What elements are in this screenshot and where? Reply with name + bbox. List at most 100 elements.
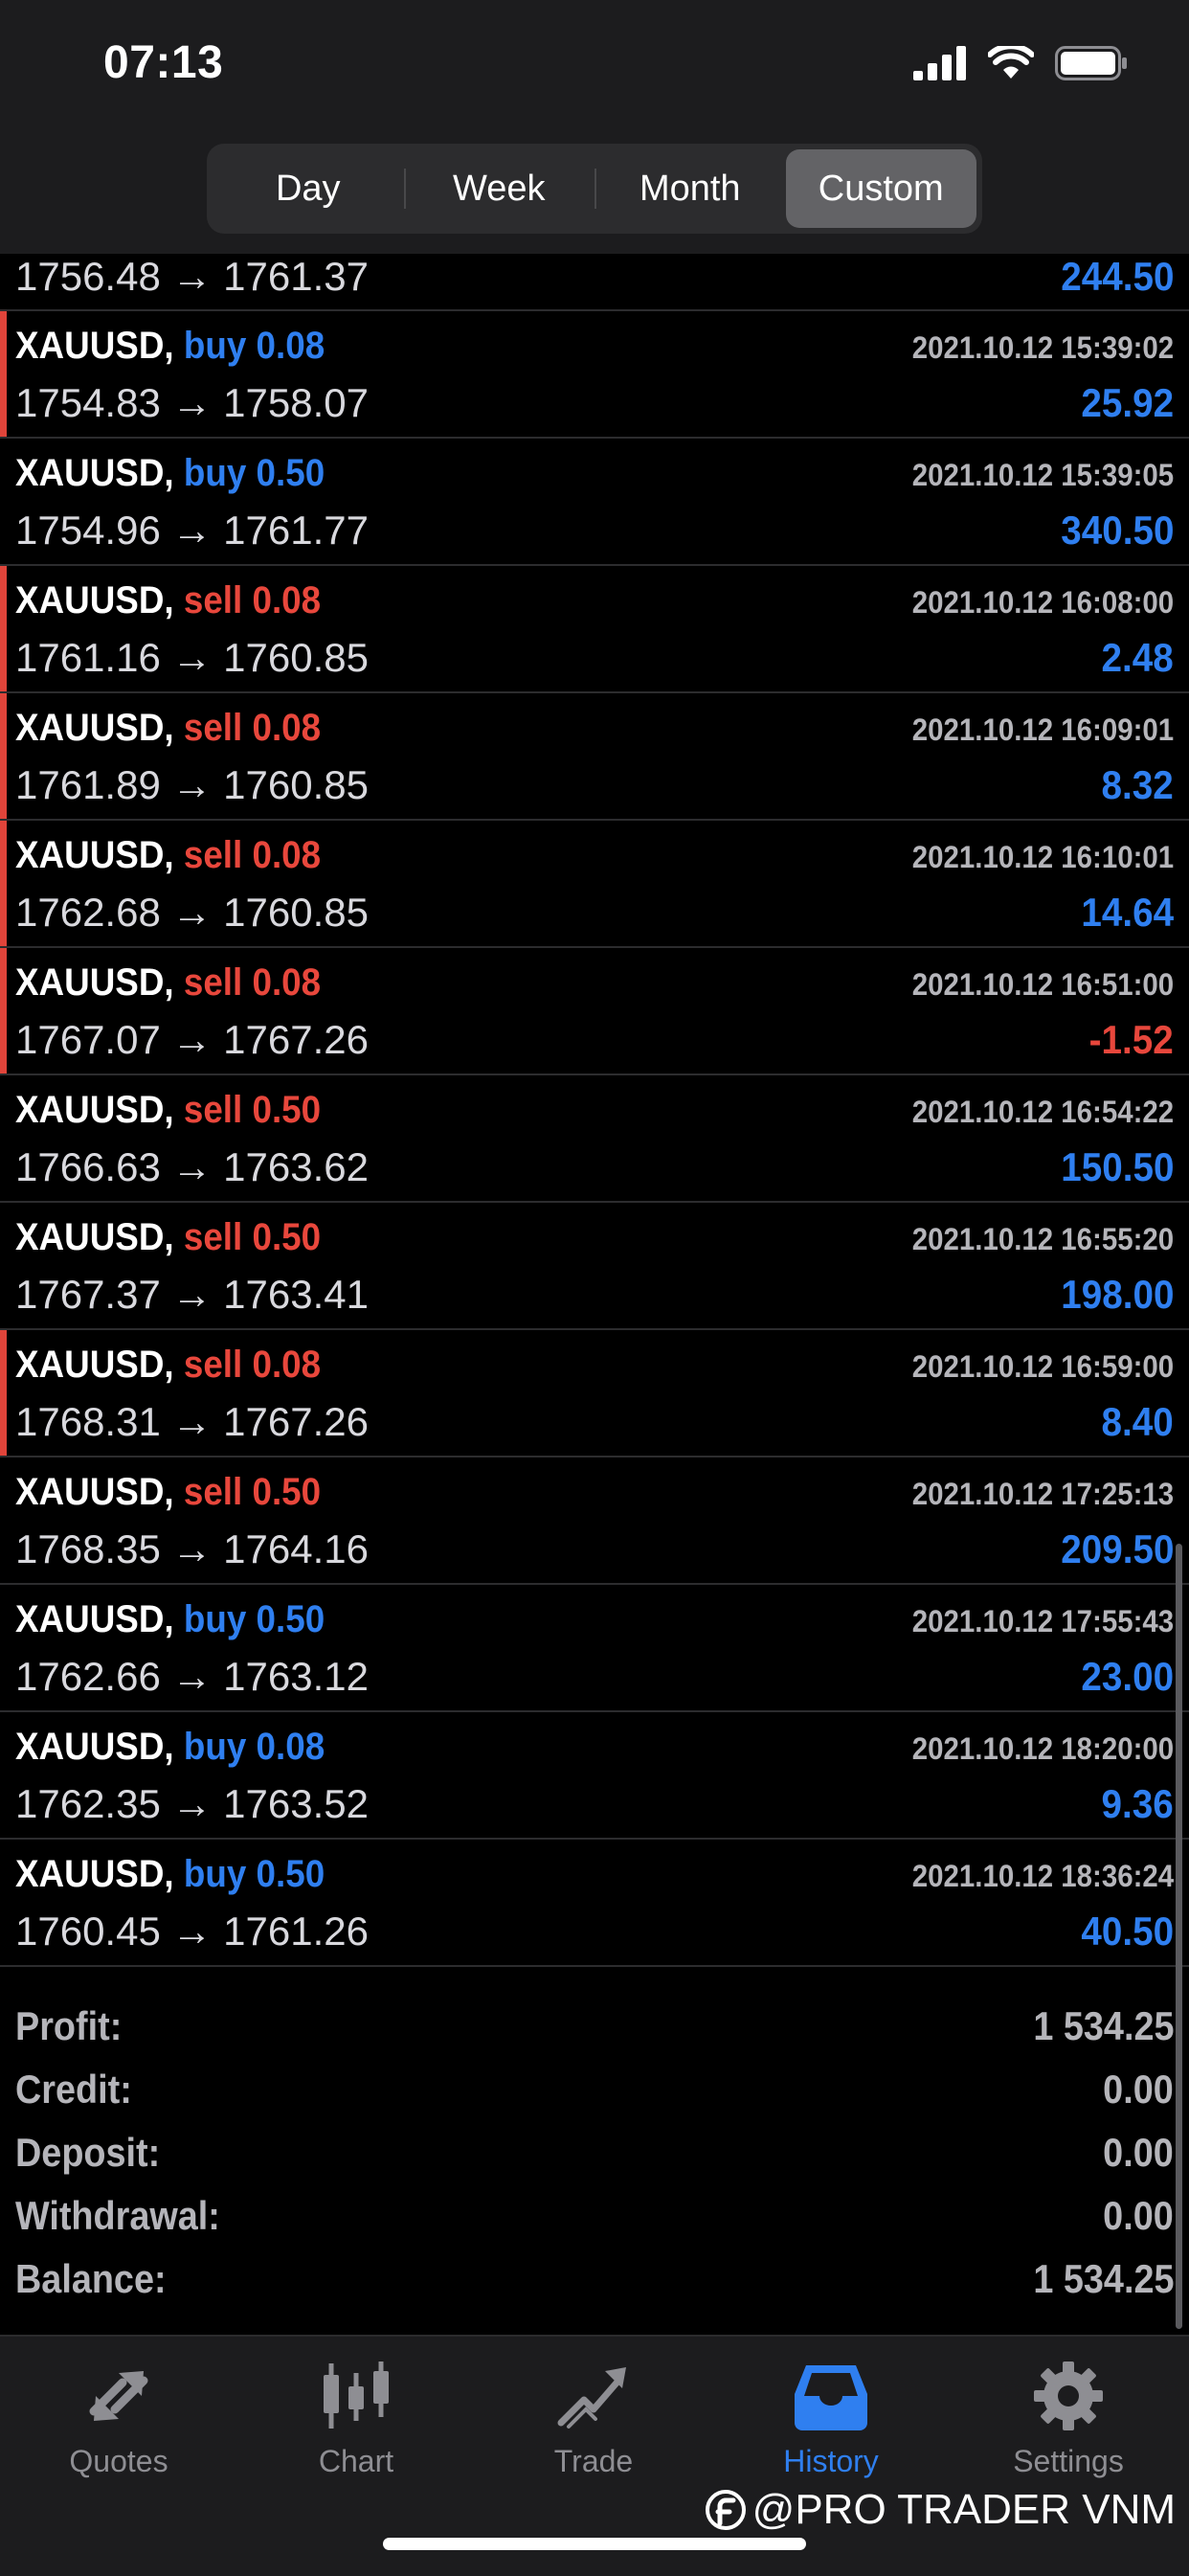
cellular-signal-icon bbox=[913, 46, 966, 80]
deal-profit: 9.36 bbox=[1101, 1781, 1174, 1826]
deal-volume: 0.08 bbox=[256, 1726, 325, 1768]
deal-profit: -1.52 bbox=[1088, 1017, 1174, 1062]
list-item[interactable]: XAUUSD, buy 0.50 2021.10.12 17:55:43 1762.… bbox=[0, 1585, 1189, 1712]
deal-profit: 8.32 bbox=[1101, 762, 1174, 807]
list-item-partial[interactable]: 1756.48 → 1761.37 244.50 bbox=[0, 254, 1189, 311]
tab-trade[interactable]: Trade bbox=[498, 2354, 689, 2479]
list-item[interactable]: XAUUSD, buy 0.08 2021.10.12 18:20:00 1762.… bbox=[0, 1712, 1189, 1840]
deal-symbol: XAUUSD, buy 0.50 bbox=[15, 1598, 325, 1641]
tab-month[interactable]: Month bbox=[594, 149, 786, 228]
deal-time: 2021.10.12 16:08:00 bbox=[911, 585, 1174, 620]
status-time: 07:13 bbox=[103, 37, 224, 88]
deal-time: 2021.10.12 16:54:22 bbox=[911, 1095, 1174, 1129]
list-item[interactable]: XAUUSD, sell 0.08 2021.10.12 16:09:01 1761… bbox=[0, 693, 1189, 821]
tab-custom[interactable]: Custom bbox=[785, 149, 976, 228]
deal-profit: 23.00 bbox=[1081, 1654, 1174, 1699]
list-item[interactable]: XAUUSD, sell 0.50 2021.10.12 17:25:13 1768… bbox=[0, 1457, 1189, 1585]
summary-label: Profit: bbox=[15, 2003, 123, 2048]
deal-symbol-text: XAUUSD, bbox=[15, 707, 174, 749]
deal-symbol-text: XAUUSD, bbox=[15, 1344, 174, 1386]
deal-symbol-text: XAUUSD, bbox=[15, 1853, 174, 1895]
deal-time: 2021.10.12 16:51:00 bbox=[911, 967, 1174, 1002]
deal-symbol-text: XAUUSD, bbox=[15, 1216, 174, 1258]
tab-label: Settings bbox=[1013, 2444, 1124, 2478]
list-item[interactable]: XAUUSD, buy 0.50 2021.10.12 18:36:24 1760.… bbox=[0, 1840, 1189, 1967]
history-icon bbox=[795, 2365, 867, 2430]
deal-volume: 0.08 bbox=[252, 834, 322, 876]
deal-side: buy bbox=[183, 1598, 247, 1640]
summary-label: Balance: bbox=[15, 2256, 167, 2301]
deal-symbol: XAUUSD, sell 0.08 bbox=[15, 961, 321, 1005]
deal-time: 2021.10.12 16:10:01 bbox=[911, 840, 1174, 874]
tab-day[interactable]: Day bbox=[213, 149, 404, 228]
deal-volume: 0.50 bbox=[256, 1598, 325, 1640]
deal-side: sell bbox=[183, 834, 243, 876]
deal-time: 2021.10.12 17:55:43 bbox=[911, 1604, 1174, 1638]
status-icons bbox=[913, 44, 1128, 82]
list-item[interactable]: XAUUSD, sell 0.50 2021.10.12 16:54:22 1766… bbox=[0, 1075, 1189, 1203]
deal-side: sell bbox=[183, 1344, 243, 1386]
deal-side: sell bbox=[183, 1216, 243, 1258]
list-item[interactable]: XAUUSD, buy 0.50 2021.10.12 15:39:05 1754.… bbox=[0, 439, 1189, 566]
deal-profit: 209.50 bbox=[1060, 1526, 1174, 1571]
deal-volume: 0.08 bbox=[252, 961, 322, 1004]
deal-list[interactable]: 1756.48 → 1761.37 244.50 XAUUSD, buy 0.0… bbox=[0, 254, 1189, 1967]
deal-side: sell bbox=[183, 707, 243, 749]
list-item[interactable]: XAUUSD, sell 0.08 2021.10.12 16:51:00 1767… bbox=[0, 948, 1189, 1075]
tab-week[interactable]: Week bbox=[403, 149, 595, 228]
list-item[interactable]: XAUUSD, sell 0.08 2021.10.12 16:08:00 1761… bbox=[0, 566, 1189, 693]
scrollbar[interactable] bbox=[1176, 1544, 1182, 2329]
deal-volume: 0.08 bbox=[252, 1344, 322, 1386]
deal-symbol-text: XAUUSD, bbox=[15, 834, 174, 876]
deal-prices: 1754.83 → 1758.07 bbox=[15, 380, 369, 425]
deal-symbol: XAUUSD, sell 0.08 bbox=[15, 579, 321, 622]
wifi-icon bbox=[988, 46, 1034, 79]
deal-time: 2021.10.12 18:20:00 bbox=[911, 1731, 1174, 1766]
deal-time: 2021.10.12 18:36:24 bbox=[911, 1859, 1174, 1893]
deal-profit: 150.50 bbox=[1060, 1144, 1174, 1189]
tab-history[interactable]: History bbox=[735, 2354, 927, 2479]
tab-chart[interactable]: Chart bbox=[260, 2354, 452, 2479]
list-item[interactable]: XAUUSD, sell 0.50 2021.10.12 16:55:20 1767… bbox=[0, 1203, 1189, 1330]
deal-symbol-text: XAUUSD, bbox=[15, 579, 174, 621]
summary-withdrawal: Withdrawal: 0.00 bbox=[0, 2180, 1189, 2243]
summary-value: 1 534.25 bbox=[1032, 2256, 1174, 2301]
summary-label: Deposit: bbox=[15, 2130, 161, 2175]
tab-quotes[interactable]: Quotes bbox=[23, 2354, 214, 2479]
deal-time: 2021.10.12 16:59:00 bbox=[911, 1349, 1174, 1384]
deal-prices: 1768.35 → 1764.16 bbox=[15, 1526, 369, 1571]
deal-prices: 1767.07 → 1767.26 bbox=[15, 1017, 369, 1062]
period-selector: Day Week Month Custom bbox=[207, 144, 982, 234]
deal-profit: 40.50 bbox=[1081, 1909, 1174, 1954]
list-item[interactable]: XAUUSD, buy 0.08 2021.10.12 15:39:02 1754.… bbox=[0, 311, 1189, 439]
list-item[interactable]: XAUUSD, sell 0.08 2021.10.12 16:59:00 1768… bbox=[0, 1330, 1189, 1457]
deal-volume: 0.08 bbox=[256, 325, 325, 367]
battery-icon bbox=[1055, 46, 1127, 80]
deal-volume: 0.50 bbox=[252, 1216, 322, 1258]
deal-prices: 1762.35 → 1763.52 bbox=[15, 1781, 369, 1826]
deal-prices: 1767.37 → 1763.41 bbox=[15, 1272, 369, 1317]
deal-symbol: XAUUSD, sell 0.08 bbox=[15, 707, 321, 750]
deal-symbol-text: XAUUSD, bbox=[15, 325, 174, 367]
deal-profit: 244.50 bbox=[1060, 254, 1174, 299]
summary-deposit: Deposit: 0.00 bbox=[0, 2116, 1189, 2180]
list-item[interactable]: XAUUSD, sell 0.08 2021.10.12 16:10:01 1762… bbox=[0, 821, 1189, 948]
summary-credit: Credit: 0.00 bbox=[0, 2053, 1189, 2116]
deal-prices: 1760.45 → 1761.26 bbox=[15, 1909, 369, 1954]
deal-symbol-text: XAUUSD, bbox=[15, 1471, 174, 1513]
settings-icon bbox=[1034, 2361, 1103, 2430]
deal-side: buy bbox=[183, 1726, 247, 1768]
home-indicator[interactable] bbox=[383, 2538, 806, 2550]
deal-prices: 1761.16 → 1760.85 bbox=[15, 635, 369, 680]
deal-volume: 0.08 bbox=[252, 579, 322, 621]
deal-prices: 1754.96 → 1761.77 bbox=[15, 508, 369, 553]
tab-settings[interactable]: Settings bbox=[973, 2354, 1164, 2479]
deal-profit: 8.40 bbox=[1101, 1399, 1174, 1444]
deal-prices: 1768.31 → 1767.26 bbox=[15, 1399, 369, 1444]
deal-time: 2021.10.12 15:39:02 bbox=[911, 330, 1174, 365]
summary-value: 0.00 bbox=[1103, 2130, 1174, 2175]
deal-profit: 340.50 bbox=[1060, 508, 1174, 553]
deal-profit: 25.92 bbox=[1081, 380, 1174, 425]
quotes-icon bbox=[89, 2371, 148, 2421]
deal-side: buy bbox=[183, 325, 247, 367]
